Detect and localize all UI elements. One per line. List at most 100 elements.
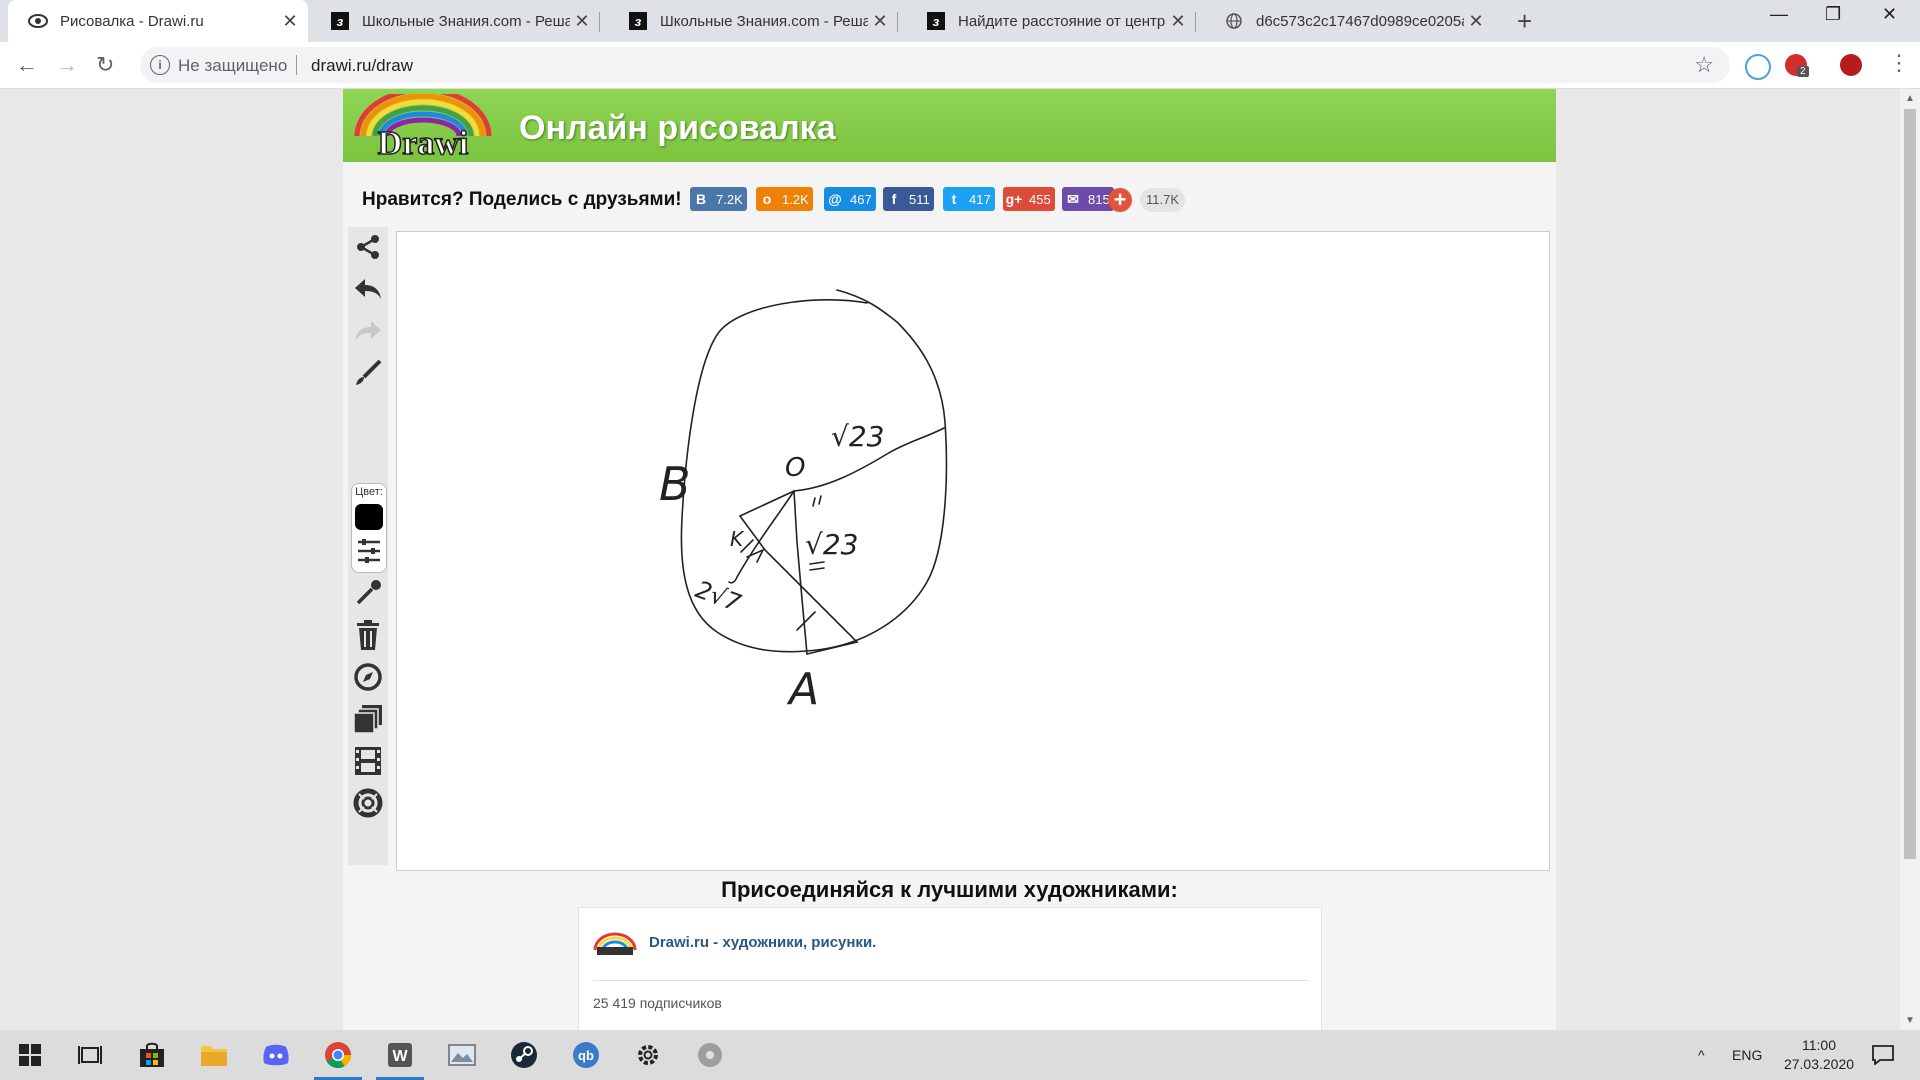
steam-icon[interactable] xyxy=(494,1030,554,1080)
window-close-button[interactable]: ✕ xyxy=(1882,4,1897,25)
adblock-badge: 2 xyxy=(1797,66,1809,77)
label-radius-1: √23 xyxy=(831,420,884,453)
language-indicator[interactable]: ENG xyxy=(1732,1030,1762,1080)
tab-title: Найдите расстояние от центра xyxy=(958,12,1166,30)
word-icon[interactable]: W xyxy=(370,1030,430,1080)
share-googleplus-button[interactable]: g+ 455 xyxy=(1003,187,1055,211)
twitter-icon: t xyxy=(951,191,957,207)
address-bar: ← → ↻ i Не защищено drawi.ru/draw ☆ 2 ⋮ xyxy=(0,42,1920,89)
brush-icon[interactable] xyxy=(352,357,384,389)
scroll-up-icon[interactable]: ▲ xyxy=(1905,93,1915,104)
qbittorrent-icon[interactable]: qb xyxy=(556,1030,616,1080)
tab-drawi[interactable]: Рисовалка - Drawi.ru ✕ xyxy=(8,0,308,42)
discord-icon[interactable] xyxy=(246,1030,306,1080)
tab-title: Школьные Знания.com - Решае xyxy=(660,12,868,30)
new-tab-button[interactable]: + xyxy=(1517,6,1532,37)
vk-group-widget: Drawi.ru - художники, рисунки. 25 419 по… xyxy=(578,907,1322,1030)
clock[interactable]: 11:00 27.03.2020 xyxy=(1774,1036,1864,1074)
group-logo[interactable] xyxy=(593,930,637,956)
film-icon[interactable] xyxy=(352,745,384,777)
menu-icon[interactable]: ⋮ xyxy=(1888,50,1910,76)
share-email-button[interactable]: ✉ 815 xyxy=(1062,187,1114,211)
join-heading: Присоединяйся к лучшими художниками: xyxy=(721,877,1178,902)
file-explorer-icon[interactable] xyxy=(184,1030,244,1080)
drawi-site: Drawi Онлайн рисовалка Нравится? Поделис… xyxy=(343,89,1556,1030)
tick-ka xyxy=(796,611,816,631)
maximize-button[interactable]: ❐ xyxy=(1825,4,1841,25)
color-label: Цвет: xyxy=(355,486,383,498)
tab-znanija-3[interactable]: з Найдите расстояние от центра ✕ xyxy=(906,0,1196,42)
segment-ao xyxy=(793,490,808,655)
color-picker[interactable]: Цвет: xyxy=(351,483,387,573)
tray-chevron-icon[interactable]: ^ xyxy=(1698,1030,1705,1080)
close-icon[interactable]: ✕ xyxy=(570,11,594,32)
store-icon[interactable] xyxy=(122,1030,182,1080)
bookmark-star-icon[interactable]: ☆ xyxy=(1694,52,1714,78)
znanija-icon: з xyxy=(628,11,648,31)
label-b: B xyxy=(659,457,691,511)
redo-icon[interactable] xyxy=(352,315,384,347)
undo-icon[interactable] xyxy=(352,273,384,305)
eye-icon xyxy=(28,11,48,31)
tab-znanija-2[interactable]: з Школьные Знания.com - Решае ✕ xyxy=(608,0,898,42)
znanija-icon: з xyxy=(330,11,350,31)
drawing-canvas[interactable]: B O A K √23 √23 2√7 xyxy=(396,231,1550,871)
close-icon[interactable]: ✕ xyxy=(868,11,892,32)
eyedropper-icon[interactable] xyxy=(352,577,384,609)
adblock-icon[interactable]: 2 xyxy=(1785,54,1809,77)
clock-time: 11:00 xyxy=(1802,1037,1836,1053)
share-more-button[interactable]: + xyxy=(1108,188,1132,212)
share-count: 467 xyxy=(850,191,872,207)
back-button[interactable]: ← xyxy=(16,52,38,78)
taskbar: W qb ^ ENG 11:00 27.03.2020 xyxy=(0,1030,1920,1080)
tick-bo xyxy=(812,495,822,507)
close-icon[interactable]: ✕ xyxy=(278,11,302,32)
forward-button[interactable]: → xyxy=(56,52,78,78)
share-ok-button[interactable]: о 1.2K xyxy=(756,187,813,211)
photos-icon[interactable] xyxy=(432,1030,492,1080)
tab-title: Школьные Знания.com - Решае xyxy=(362,12,570,30)
page-scrollbar[interactable]: ▲ ▼ xyxy=(1900,89,1920,1030)
label-k: K xyxy=(730,527,745,551)
scroll-thumb[interactable] xyxy=(1904,109,1916,859)
media-player-icon[interactable] xyxy=(680,1030,740,1080)
settings-gear-icon[interactable] xyxy=(618,1030,678,1080)
sketch: B O A K √23 √23 2√7 xyxy=(659,289,948,715)
vpn-icon[interactable] xyxy=(1745,54,1771,80)
omnibox[interactable]: i Не защищено drawi.ru/draw ☆ xyxy=(140,47,1730,83)
group-name-link[interactable]: Drawi.ru - художники, рисунки. xyxy=(649,934,876,951)
youtube-icon[interactable] xyxy=(1840,54,1862,76)
share-count: 7.2K xyxy=(716,191,743,207)
share-count: 455 xyxy=(1029,191,1051,207)
googleplus-icon: g+ xyxy=(1005,191,1023,207)
scroll-down-icon[interactable]: ▼ xyxy=(1905,1015,1915,1026)
share-facebook-button[interactable]: f 511 xyxy=(883,187,934,211)
start-button[interactable] xyxy=(0,1030,60,1080)
info-icon[interactable]: i xyxy=(150,55,170,75)
compass-icon[interactable] xyxy=(352,661,384,693)
share-twitter-button[interactable]: t 417 xyxy=(943,187,995,211)
share-icon[interactable] xyxy=(352,231,384,263)
tab-znanija-1[interactable]: з Школьные Знания.com - Решае ✕ xyxy=(310,0,600,42)
close-icon[interactable]: ✕ xyxy=(1464,11,1488,32)
notifications-icon[interactable] xyxy=(1872,1030,1894,1080)
share-vk-button[interactable]: В 7.2K xyxy=(690,187,747,211)
share-mailru-button[interactable]: @467 xyxy=(824,187,876,211)
close-icon[interactable]: ✕ xyxy=(1166,11,1190,32)
tab-image[interactable]: d6c573c2c17467d0989ce0205ac ✕ xyxy=(1204,0,1494,42)
svg-text:W: W xyxy=(392,1048,408,1065)
drawi-logo[interactable]: Drawi xyxy=(351,94,495,160)
task-view-icon[interactable] xyxy=(60,1030,120,1080)
trash-icon[interactable] xyxy=(352,619,384,651)
current-color-swatch[interactable] xyxy=(355,504,383,530)
svg-text:qb: qb xyxy=(578,1048,594,1063)
url-text[interactable]: drawi.ru/draw xyxy=(311,56,413,76)
logo-text: Drawi xyxy=(378,125,469,160)
reload-button[interactable]: ↻ xyxy=(96,52,114,78)
help-icon[interactable] xyxy=(352,787,384,819)
layers-icon[interactable] xyxy=(352,703,384,735)
settings-icon[interactable] xyxy=(357,538,381,569)
minimize-button[interactable]: — xyxy=(1770,4,1788,25)
chrome-icon[interactable] xyxy=(308,1030,368,1080)
vk-icon: В xyxy=(695,191,707,207)
